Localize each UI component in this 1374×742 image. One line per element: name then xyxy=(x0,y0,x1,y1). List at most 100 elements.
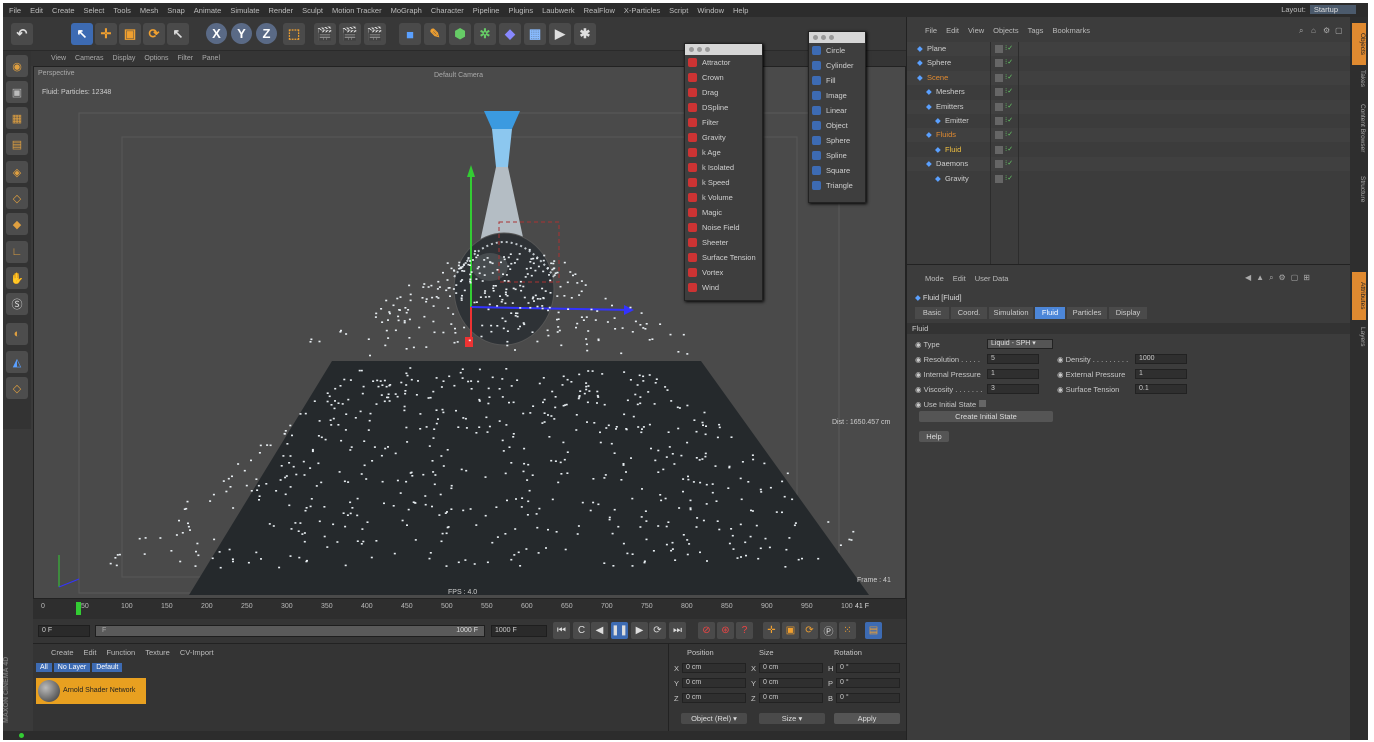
visibility-check-icon[interactable]: ⁝✓ xyxy=(1005,100,1013,114)
size-field[interactable]: 0 cm xyxy=(759,693,823,703)
layer-icon[interactable] xyxy=(995,59,1003,68)
apply-button[interactable]: Apply xyxy=(834,713,900,724)
menu-simulate[interactable]: Simulate xyxy=(230,6,259,15)
viewport-menu-view[interactable]: View xyxy=(51,55,66,62)
shape-item-cylinder[interactable]: Cylinder xyxy=(809,58,865,73)
key-position-icon[interactable]: ✛ xyxy=(763,622,780,639)
layout-select[interactable]: Startup xyxy=(1309,5,1356,14)
modifier-item-k-age[interactable]: k Age xyxy=(685,145,762,160)
y-axis-icon[interactable]: Y xyxy=(231,23,252,44)
modifier-item-filter[interactable]: Filter xyxy=(685,115,762,130)
menu-character[interactable]: Character xyxy=(431,6,464,15)
modifier-item-magic[interactable]: Magic xyxy=(685,205,762,220)
objmgr-menu-edit[interactable]: Edit xyxy=(946,26,959,35)
modifier-item-dspline[interactable]: DSpline xyxy=(685,100,762,115)
go-to-start-icon[interactable]: ⏮ xyxy=(553,622,570,639)
viewport-perspective[interactable]: Perspective Fluid: Particles: 12348 Defa… xyxy=(33,66,906,599)
object-row-sphere[interactable]: ◆ Sphere ⁝✓ xyxy=(907,56,1351,71)
viewport-menu-options[interactable]: Options xyxy=(144,55,168,62)
menu-help[interactable]: Help xyxy=(733,6,748,15)
polygons-mode-icon[interactable]: ◆ xyxy=(6,213,28,235)
rotation-field[interactable]: 0 ° xyxy=(836,663,900,673)
modifier-item-noise-field[interactable]: Noise Field xyxy=(685,220,762,235)
move-tool-icon[interactable]: ✛ xyxy=(95,23,117,45)
select-tool-icon[interactable]: ↖ xyxy=(71,23,93,45)
objmgr-menu-file[interactable]: File xyxy=(925,26,937,35)
size-field[interactable]: 0 cm xyxy=(759,678,823,688)
viewport-menu-panel[interactable]: Panel xyxy=(202,55,220,62)
position-field[interactable]: 0 cm xyxy=(682,678,746,688)
shape-item-sphere[interactable]: Sphere xyxy=(809,133,865,148)
menu-window[interactable]: Window xyxy=(697,6,724,15)
visibility-check-icon[interactable]: ⁝✓ xyxy=(1005,128,1013,142)
visibility-check-icon[interactable]: ⁝✓ xyxy=(1005,114,1013,128)
start-frame-field[interactable]: 0 F xyxy=(38,625,90,637)
layer-icon[interactable] xyxy=(995,174,1003,183)
menu-laubwerk[interactable]: Laubwerk xyxy=(542,6,575,15)
scale-tool-icon[interactable]: ▣ xyxy=(119,23,141,45)
modifier-item-k-volume[interactable]: k Volume xyxy=(685,190,762,205)
tweak-mode-icon[interactable]: ✋ xyxy=(6,267,28,289)
filter-all[interactable]: All xyxy=(36,663,52,672)
material-menu-cv-import[interactable]: CV-Import xyxy=(180,648,214,657)
modifier-item-k-isolated[interactable]: k Isolated xyxy=(685,160,762,175)
menu-plugins[interactable]: Plugins xyxy=(508,6,533,15)
shape-item-image[interactable]: Image xyxy=(809,88,865,103)
menu-select[interactable]: Select xyxy=(84,6,105,15)
objmgr-menu-view[interactable]: View xyxy=(968,26,984,35)
rotation-field[interactable]: 0 ° xyxy=(836,693,900,703)
last-tool-icon[interactable]: ↖ xyxy=(167,23,189,45)
shape-item-triangle[interactable]: Triangle xyxy=(809,178,865,193)
tab-simulation[interactable]: Simulation xyxy=(989,307,1033,319)
menu-sculpt[interactable]: Sculpt xyxy=(302,6,323,15)
previous-frame-icon[interactable]: ◀ xyxy=(591,622,608,639)
object-row-meshers[interactable]: ◆ Meshers ⁝✓ xyxy=(907,85,1351,100)
viscosity-field[interactable]: 3 xyxy=(987,384,1039,394)
axis-mode-icon[interactable]: ∟ xyxy=(6,241,28,263)
tab-fluid[interactable]: Fluid xyxy=(1035,307,1065,319)
go-to-end-icon[interactable]: ⏭ xyxy=(669,622,686,639)
pause-icon[interactable]: ❚❚ xyxy=(611,622,628,639)
layer-icon[interactable] xyxy=(995,131,1003,140)
modifier-item-vortex[interactable]: Vortex xyxy=(685,265,762,280)
menu-pipeline[interactable]: Pipeline xyxy=(473,6,500,15)
end-frame-field[interactable]: 1000 F xyxy=(491,625,547,637)
viewport-menu-filter[interactable]: Filter xyxy=(178,55,194,62)
snap-icon[interactable]: Ⓢ xyxy=(6,293,28,315)
modifier-item-surface-tension[interactable]: Surface Tension xyxy=(685,250,762,265)
object-row-scene[interactable]: ◆ Scene ⁝✓ xyxy=(907,70,1351,85)
make-editable-icon[interactable]: ◉ xyxy=(6,55,28,77)
light-icon[interactable]: ✱ xyxy=(574,23,596,45)
camera-label[interactable]: Default Camera xyxy=(434,72,483,79)
subdivision-icon[interactable]: ⬢ xyxy=(449,23,471,45)
menu-render[interactable]: Render xyxy=(269,6,294,15)
next-key-icon[interactable]: ⟳ xyxy=(649,622,666,639)
key-parameter-icon[interactable]: Ⓟ xyxy=(820,622,837,639)
modifier-item-k-speed[interactable]: k Speed xyxy=(685,175,762,190)
modifier-item-attractor[interactable]: Attractor xyxy=(685,55,762,70)
layer-icon[interactable] xyxy=(995,117,1003,125)
material-swatch[interactable]: Arnold Shader Network xyxy=(36,678,146,704)
material-menu-function[interactable]: Function xyxy=(106,648,135,657)
resolution-field[interactable]: 5 xyxy=(987,354,1039,364)
object-row-fluids[interactable]: ◆ Fluids ⁝✓ xyxy=(907,128,1351,143)
internal-pressure-field[interactable]: 1 xyxy=(987,369,1039,379)
material-menu-edit[interactable]: Edit xyxy=(84,648,97,657)
z-axis-icon[interactable]: Z xyxy=(256,23,277,44)
tab-takes[interactable]: Takes xyxy=(1352,67,1366,89)
external-pressure-field[interactable]: 1 xyxy=(1135,369,1187,379)
material-menu-create[interactable]: Create xyxy=(51,648,74,657)
popup-titlebar[interactable] xyxy=(685,44,762,55)
cube-icon[interactable]: ■ xyxy=(399,23,421,45)
modifier-item-wind[interactable]: Wind xyxy=(685,280,762,295)
coordinate-system-icon[interactable]: ⬚ xyxy=(283,23,305,45)
deformer-icon[interactable]: ◆ xyxy=(499,23,521,45)
modifier-item-crown[interactable]: Crown xyxy=(685,70,762,85)
create-initial-state-button[interactable]: Create Initial State xyxy=(919,411,1053,422)
layer-icon[interactable] xyxy=(995,45,1003,53)
tab-coord[interactable]: Coord. xyxy=(951,307,987,319)
tab-particles[interactable]: Particles xyxy=(1067,307,1107,319)
shape-item-circle[interactable]: Circle xyxy=(809,43,865,58)
surface-tension-field[interactable]: 0.1 xyxy=(1135,384,1187,394)
workplane-icon[interactable]: ▤ xyxy=(6,133,28,155)
